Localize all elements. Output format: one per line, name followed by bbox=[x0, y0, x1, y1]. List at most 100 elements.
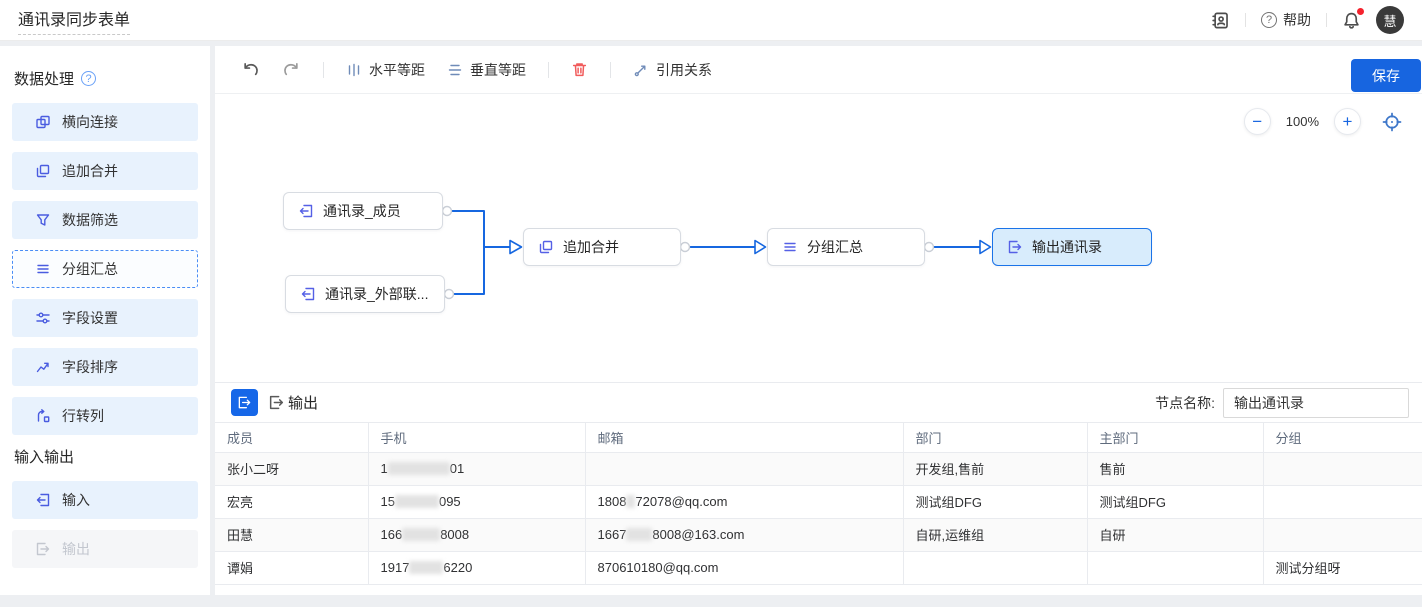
sidebar-item-label: 字段排序 bbox=[62, 357, 118, 377]
output-tab-button[interactable] bbox=[231, 389, 258, 416]
help-circle-icon[interactable]: ? bbox=[81, 71, 96, 86]
cell-group: 测试分组呀 bbox=[1263, 551, 1422, 584]
col-dept: 部门 bbox=[903, 423, 1087, 452]
redacted-segment bbox=[409, 561, 443, 574]
export-icon bbox=[1007, 239, 1023, 255]
node-name-input[interactable] bbox=[1223, 388, 1409, 418]
distribute-vertical-button[interactable]: 垂直等距 bbox=[447, 60, 526, 80]
cell-email: 870610180@qq.com bbox=[585, 551, 903, 584]
sidebar-item-append-merge[interactable]: 追加合并 bbox=[12, 152, 198, 190]
export-icon bbox=[237, 395, 252, 410]
cell-group bbox=[1263, 452, 1422, 485]
help-button[interactable]: ? 帮助 bbox=[1261, 10, 1311, 30]
divider bbox=[1326, 13, 1327, 27]
cell-member: 田慧 bbox=[215, 518, 368, 551]
node-label: 通讯录_成员 bbox=[323, 201, 401, 221]
flow-node-output-contacts[interactable]: 输出通讯录 bbox=[992, 228, 1152, 266]
group-summary-icon bbox=[35, 261, 51, 277]
sidebar-item-field-settings[interactable]: 字段设置 bbox=[12, 299, 198, 337]
sidebar-item-data-filter[interactable]: 数据筛选 bbox=[12, 201, 198, 239]
redacted-segment bbox=[395, 495, 439, 508]
sidebar-item-field-sort[interactable]: 字段排序 bbox=[12, 348, 198, 386]
col-main-dept: 主部门 bbox=[1087, 423, 1263, 452]
import-icon bbox=[300, 286, 316, 302]
sidebar-item-output: 输出 bbox=[12, 530, 198, 568]
horizontal-join-icon bbox=[35, 114, 51, 130]
divider bbox=[610, 62, 611, 78]
cell-main-dept: 售前 bbox=[1087, 452, 1263, 485]
append-merge-icon bbox=[538, 239, 554, 255]
avatar[interactable]: 慧 bbox=[1376, 6, 1404, 34]
sidebar-item-label: 数据筛选 bbox=[62, 210, 118, 230]
page-title[interactable]: 通讯录同步表单 bbox=[18, 6, 130, 35]
cell-group bbox=[1263, 485, 1422, 518]
notification-bell-button[interactable] bbox=[1342, 11, 1361, 30]
sidebar-item-group-summary[interactable]: 分组汇总 bbox=[12, 250, 198, 288]
table-header-row: 成员 手机 邮箱 部门 主部门 分组 bbox=[215, 423, 1422, 452]
sidebar: 数据处理 ? 横向连接 追加合并 数据筛选 分组汇总 字段设置 字段排序 行转列… bbox=[0, 46, 210, 595]
export-icon bbox=[268, 394, 285, 411]
header-actions: ? 帮助 慧 bbox=[1211, 6, 1404, 34]
redo-button[interactable] bbox=[282, 60, 301, 79]
button-label: 水平等距 bbox=[369, 60, 425, 80]
table-row: 张小二呀 101 开发组,售前 售前 bbox=[215, 452, 1422, 485]
reference-relation-button[interactable]: 引用关系 bbox=[633, 60, 712, 80]
sidebar-item-label: 追加合并 bbox=[62, 161, 118, 181]
cell-main-dept: 测试组DFG bbox=[1087, 485, 1263, 518]
sidebar-item-label: 输出 bbox=[62, 539, 90, 559]
cell-main-dept: 自研 bbox=[1087, 518, 1263, 551]
delete-button[interactable] bbox=[571, 61, 588, 78]
redacted-segment bbox=[388, 462, 450, 475]
cell-phone: 101 bbox=[368, 452, 585, 485]
distribute-horizontal-button[interactable]: 水平等距 bbox=[346, 60, 425, 80]
distribute-horizontal-icon bbox=[346, 62, 362, 78]
flow-node-append-merge[interactable]: 追加合并 bbox=[523, 228, 681, 266]
col-phone: 手机 bbox=[368, 423, 585, 452]
cell-phone: 1668008 bbox=[368, 518, 585, 551]
output-tab[interactable]: 输出 bbox=[268, 392, 318, 413]
append-merge-icon bbox=[35, 163, 51, 179]
cell-main-dept bbox=[1087, 551, 1263, 584]
zoom-controls: − 100% + bbox=[1244, 108, 1402, 135]
zoom-out-button[interactable]: − bbox=[1244, 108, 1271, 135]
undo-icon bbox=[241, 60, 260, 79]
row-to-column-icon bbox=[35, 408, 51, 424]
node-name-field: 节点名称: bbox=[1155, 388, 1406, 418]
col-group: 分组 bbox=[1263, 423, 1422, 452]
sidebar-item-label: 横向连接 bbox=[62, 112, 118, 132]
sidebar-item-label: 行转列 bbox=[62, 406, 104, 426]
flow-node-group-summary[interactable]: 分组汇总 bbox=[767, 228, 925, 266]
redacted-segment bbox=[626, 528, 652, 541]
flow-node-contacts-members[interactable]: 通讯录_成员 bbox=[283, 192, 443, 230]
sidebar-item-row-to-column[interactable]: 行转列 bbox=[12, 397, 198, 435]
sliders-icon bbox=[35, 310, 51, 326]
cell-email bbox=[585, 452, 903, 485]
flow-node-contacts-external[interactable]: 通讯录_外部联... bbox=[285, 275, 445, 313]
col-member: 成员 bbox=[215, 423, 368, 452]
sidebar-item-label: 输入 bbox=[62, 490, 90, 510]
flow-canvas[interactable]: 通讯录_成员 通讯录_外部联... 追加合并 分组汇总 输出通讯录 − 100%… bbox=[215, 94, 1422, 383]
import-icon bbox=[298, 203, 314, 219]
table-row: 田慧 1668008 16678008@163.com 自研,运维组 自研 bbox=[215, 518, 1422, 551]
page: { "header": { "title": "通讯录同步表单", "help_… bbox=[0, 0, 1422, 607]
zoom-in-button[interactable]: + bbox=[1334, 108, 1361, 135]
button-label: 引用关系 bbox=[656, 60, 712, 80]
distribute-vertical-icon bbox=[447, 62, 463, 78]
node-name-label: 节点名称: bbox=[1155, 393, 1215, 413]
undo-button[interactable] bbox=[241, 60, 260, 79]
sidebar-item-input[interactable]: 输入 bbox=[12, 481, 198, 519]
node-label: 分组汇总 bbox=[807, 237, 863, 257]
fit-view-button[interactable] bbox=[1382, 112, 1402, 132]
sidebar-item-horizontal-join[interactable]: 横向连接 bbox=[12, 103, 198, 141]
cell-dept bbox=[903, 551, 1087, 584]
import-icon bbox=[35, 492, 51, 508]
output-tab-label: 输出 bbox=[288, 392, 318, 413]
section-title: 输入输出 bbox=[14, 446, 74, 467]
group-summary-icon bbox=[782, 239, 798, 255]
node-label: 通讯录_外部联... bbox=[325, 284, 428, 304]
filter-icon bbox=[35, 212, 51, 228]
sidebar-item-label: 分组汇总 bbox=[62, 259, 118, 279]
address-book-icon[interactable] bbox=[1211, 11, 1230, 30]
save-button[interactable]: 保存 bbox=[1351, 59, 1421, 92]
node-label: 输出通讯录 bbox=[1032, 237, 1102, 257]
